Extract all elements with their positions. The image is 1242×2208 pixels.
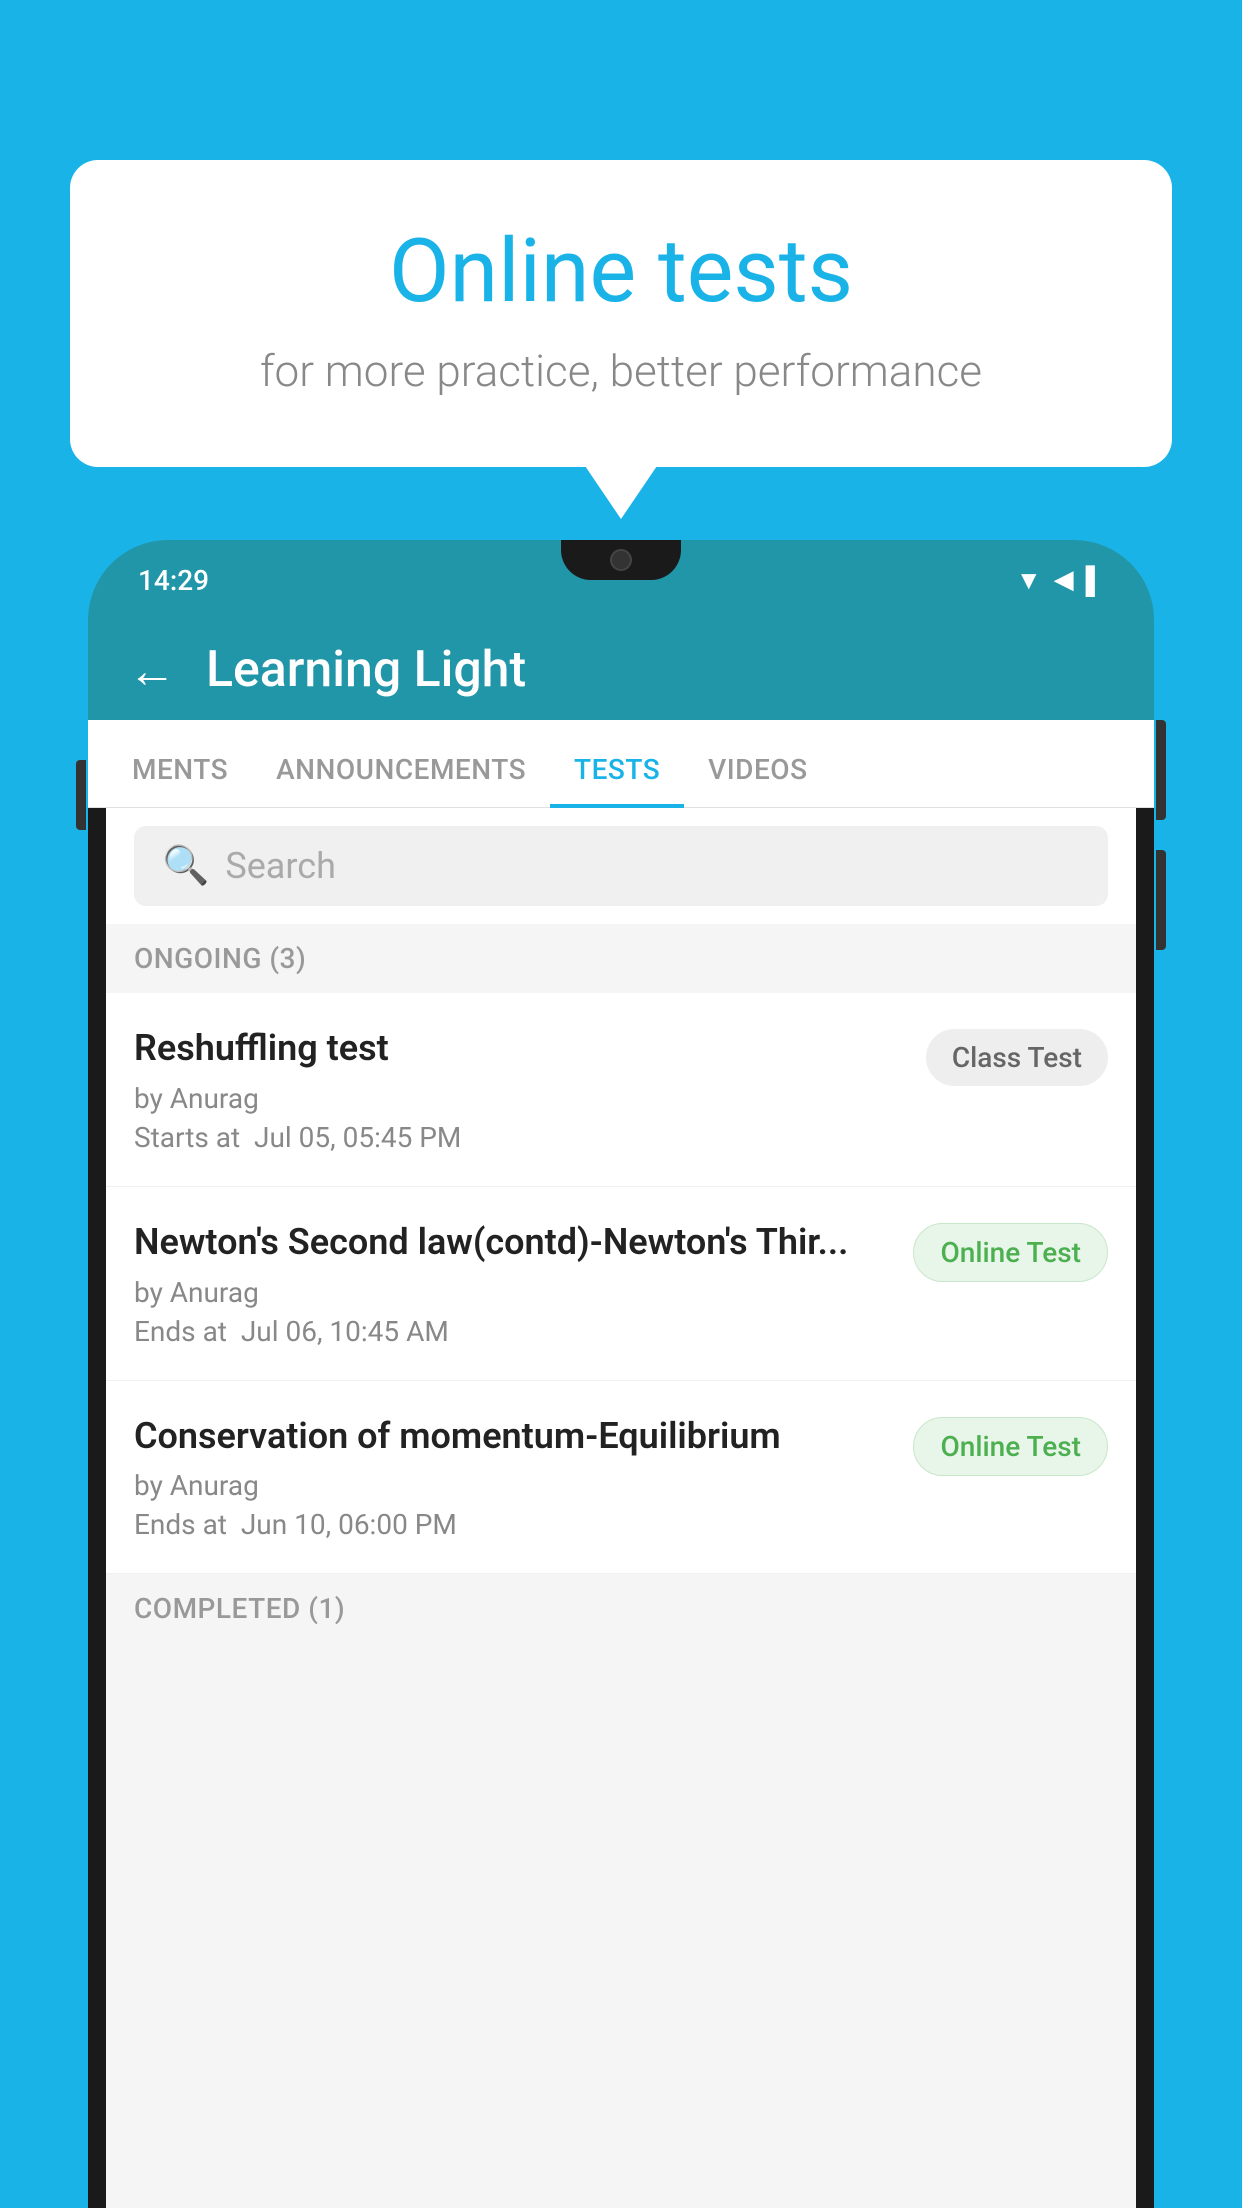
power-button [1156,720,1166,820]
test-item-date: Starts at Jul 05, 05:45 PM [134,1121,910,1154]
wifi-icon: ▼ [1016,565,1042,596]
battery-icon: ▌ [1086,565,1104,596]
status-bar: 14:29 ▼ ◀ ▌ [88,540,1154,620]
status-time: 14:29 [138,564,209,597]
test-item-info: Newton's Second law(contd)-Newton's Thir… [134,1219,897,1348]
test-item-info: Reshuffling test by Anurag Starts at Jul… [134,1025,910,1154]
app-bar-title: Learning Light [206,641,526,699]
test-item-name: Newton's Second law(contd)-Newton's Thir… [134,1219,897,1266]
ongoing-section-label: ONGOING (3) [106,924,1136,993]
speech-bubble-subtitle: for more practice, better performance [150,345,1092,397]
phone-camera [610,549,632,571]
completed-section-label: COMPLETED (1) [106,1574,1136,1643]
search-bar[interactable]: 🔍 Search [134,826,1108,906]
signal-icon: ◀ [1054,565,1074,595]
phone-notch [561,540,681,580]
tab-announcements[interactable]: ANNOUNCEMENTS [252,753,550,808]
test-item-name: Reshuffling test [134,1025,910,1072]
test-badge-online: Online Test [913,1223,1108,1282]
test-badge-online-2: Online Test [913,1417,1108,1476]
search-bar-container: 🔍 Search [106,808,1136,924]
phone-frame: 14:29 ▼ ◀ ▌ ← Learning Light MENTS ANNOU… [88,540,1154,2208]
test-item-by: by Anurag [134,1276,897,1309]
test-item-by: by Anurag [134,1082,910,1115]
status-icons: ▼ ◀ ▌ [1016,565,1104,596]
test-item[interactable]: Newton's Second law(contd)-Newton's Thir… [106,1187,1136,1381]
tab-ments[interactable]: MENTS [108,753,252,808]
app-bar: ← Learning Light [88,620,1154,720]
volume-button [76,760,86,830]
test-item-name: Conservation of momentum-Equilibrium [134,1413,897,1460]
search-placeholder: Search [225,845,336,887]
tab-bar: MENTS ANNOUNCEMENTS TESTS VIDEOS [88,720,1154,808]
volume-down-button [1156,850,1166,950]
speech-bubble-title: Online tests [150,220,1092,323]
tab-tests[interactable]: TESTS [550,753,684,808]
test-item-date: Ends at Jul 06, 10:45 AM [134,1315,897,1348]
speech-bubble: Online tests for more practice, better p… [70,160,1172,467]
back-button[interactable]: ← [128,642,176,699]
test-item-info: Conservation of momentum-Equilibrium by … [134,1413,897,1542]
test-badge-class: Class Test [926,1029,1108,1086]
search-icon: 🔍 [162,844,209,888]
test-item[interactable]: Conservation of momentum-Equilibrium by … [106,1381,1136,1575]
phone-content: 🔍 Search ONGOING (3) Reshuffling test by… [88,808,1154,2208]
test-item[interactable]: Reshuffling test by Anurag Starts at Jul… [106,993,1136,1187]
tab-videos[interactable]: VIDEOS [684,753,831,808]
test-list: Reshuffling test by Anurag Starts at Jul… [106,993,1136,1574]
test-item-by: by Anurag [134,1469,897,1502]
test-item-date: Ends at Jun 10, 06:00 PM [134,1508,897,1541]
